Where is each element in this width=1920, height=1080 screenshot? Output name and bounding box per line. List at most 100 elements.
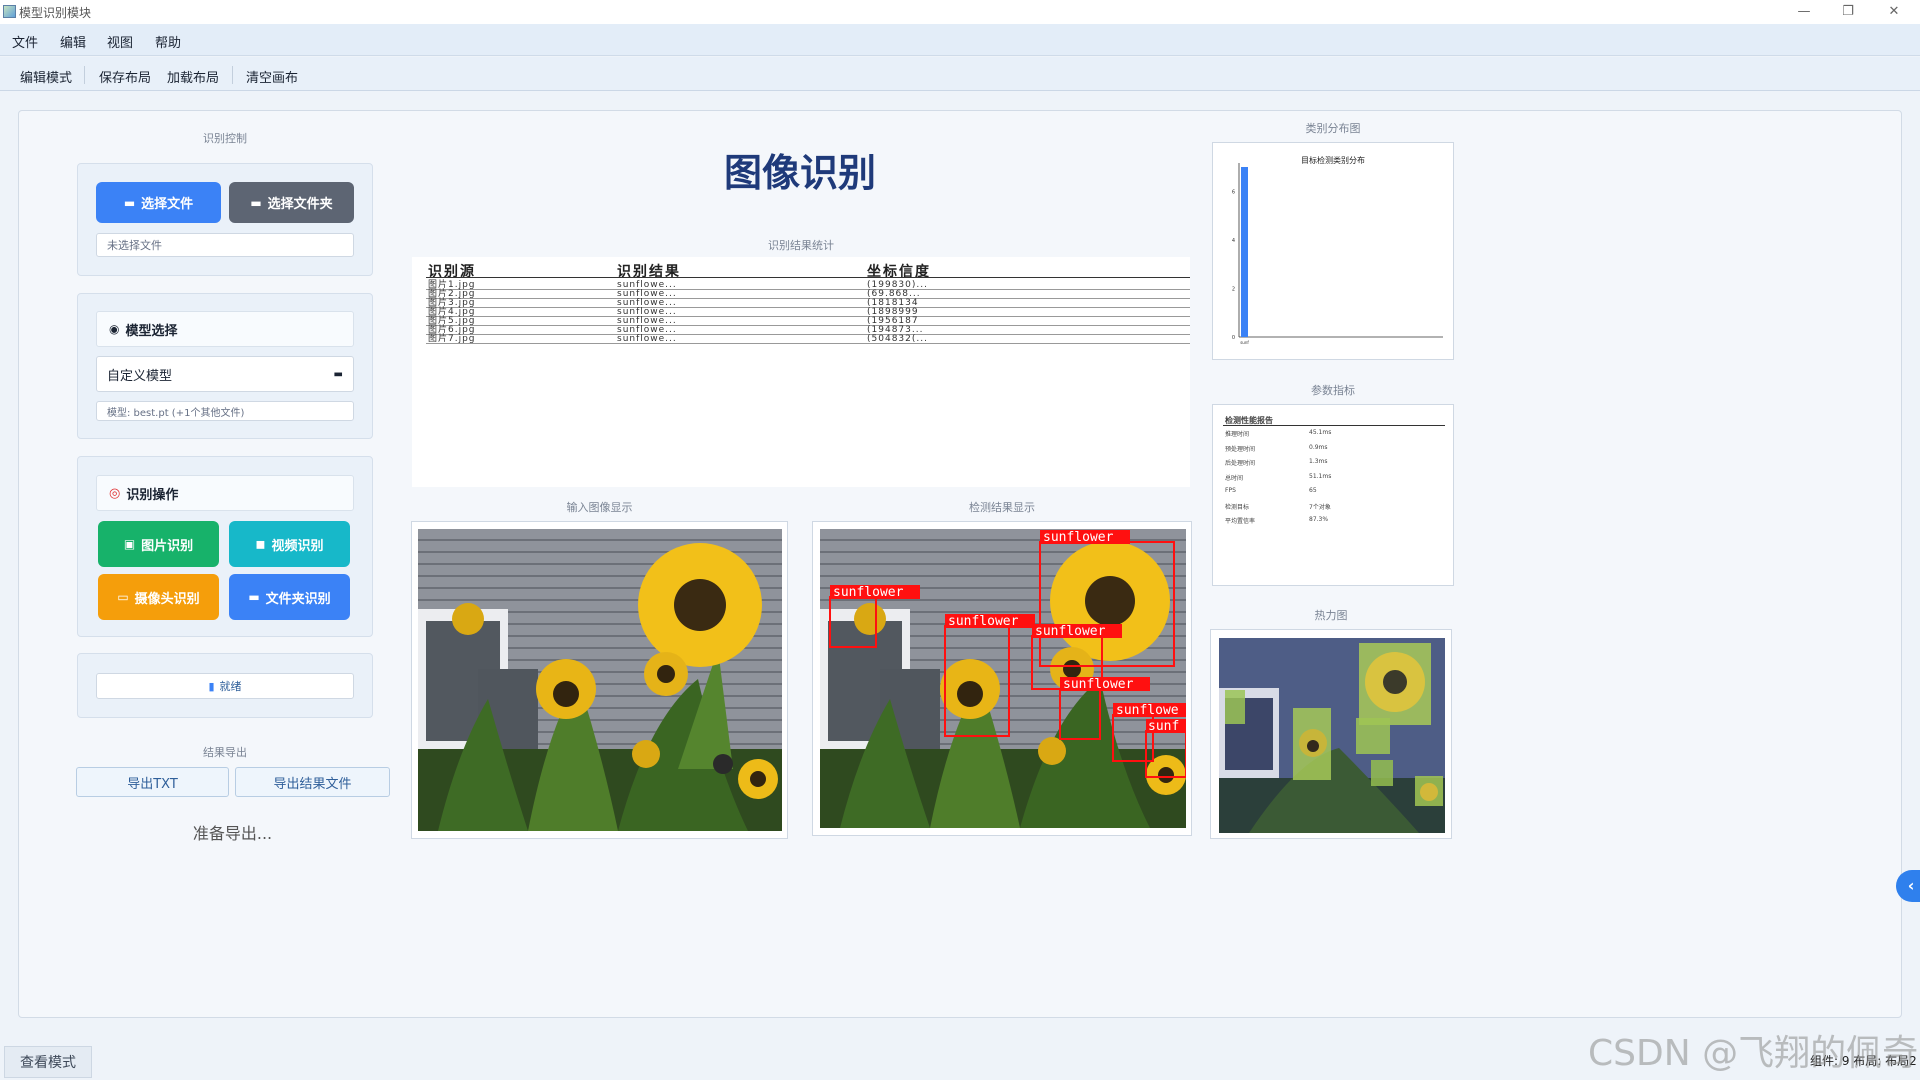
report-label: 总时间: [1225, 474, 1244, 482]
edit-mode-button[interactable]: 编辑模式: [20, 67, 72, 86]
video-detect-button[interactable]: ◼ 视频识别: [229, 521, 350, 567]
x-tick-labels: sunf: [1240, 340, 1249, 345]
table-row-divider: [426, 343, 1190, 344]
report-value: 45.1ms: [1309, 429, 1332, 436]
input-image-caption: 输入图像显示: [566, 501, 633, 514]
chart-bar: [1241, 167, 1248, 337]
detection-label: sunflower: [833, 585, 904, 600]
export-txt-button[interactable]: 导出TXT: [76, 767, 229, 797]
detection-label: sunflower: [1043, 530, 1114, 545]
detection-label: sunflower: [948, 614, 1019, 629]
y-tick-label: 0: [1232, 335, 1235, 341]
model-header: ◉ 模型选择: [96, 311, 354, 347]
report-value: 51.1ms: [1309, 472, 1332, 480]
report-value: 0.9ms: [1309, 443, 1328, 451]
minimize-button[interactable]: —: [1788, 2, 1820, 22]
y-tick-label: 2: [1232, 286, 1235, 292]
distribution-chart-frame: 目标检测类别分布 0 2 4 6 sunf: [1212, 142, 1454, 360]
folder-detect-button[interactable]: ▬ 文件夹识别: [229, 574, 350, 620]
clear-canvas-button[interactable]: 清空画布: [246, 67, 298, 86]
image-detect-button[interactable]: ▣ 图片识别: [98, 521, 219, 567]
select-file-button[interactable]: ▬ 选择文件: [96, 182, 221, 223]
detection-label: sunflower: [1063, 677, 1134, 692]
folder-icon: ▬: [250, 195, 262, 210]
chart-title: 目标检测类别分布: [1301, 155, 1365, 165]
camera-detect-button[interactable]: ▭ 摄像头识别: [98, 574, 219, 620]
report-value: 7个对象: [1309, 503, 1331, 511]
window-title: 模型识别模块: [19, 6, 92, 20]
heatmap-image: [1219, 638, 1445, 833]
collapse-panel-button[interactable]: ‹: [1896, 870, 1920, 902]
model-info-field: 模型: best.pt (+1个其他文件): [96, 401, 354, 421]
table-row-divider: [426, 334, 1190, 335]
report-value: 1.3ms: [1309, 458, 1328, 465]
toolbar: 编辑模式 保存布局 加载布局 清空画布: [0, 57, 1920, 91]
video-detect-label: 视频识别: [271, 538, 324, 554]
table-row-divider: [426, 316, 1190, 317]
camera-icon: ▭: [117, 590, 129, 604]
select-folder-label: 选择文件夹: [267, 197, 333, 212]
export-caption: 结果导出: [203, 746, 247, 759]
x-tick-label: sunf: [1240, 340, 1249, 345]
chart-icon: ▮: [208, 679, 215, 693]
close-button[interactable]: ✕: [1878, 2, 1910, 22]
robot-icon: ◉: [109, 322, 120, 336]
table-header-result: 识别结果: [617, 264, 681, 280]
report-value: 87.3%: [1309, 516, 1329, 523]
title-bar: 模型识别模块 — ❐ ✕: [0, 0, 1920, 24]
menu-file[interactable]: 文件: [12, 32, 38, 51]
load-layout-button[interactable]: 加载布局: [167, 67, 219, 86]
file-status-field: 未选择文件: [96, 233, 354, 257]
detection-label: sunf: [1148, 719, 1179, 734]
image-detect-label: 图片识别: [141, 538, 194, 554]
select-file-label: 选择文件: [141, 197, 194, 212]
parameters-caption: 参数指标: [1311, 384, 1355, 397]
save-layout-button[interactable]: 保存布局: [99, 67, 151, 86]
toolbar-divider: [232, 66, 233, 84]
menu-help[interactable]: 帮助: [155, 32, 181, 51]
ready-status: ▮ 就绪: [96, 673, 354, 699]
restore-button[interactable]: ❐: [1832, 2, 1864, 22]
export-file-button[interactable]: 导出结果文件: [235, 767, 390, 797]
menu-edit[interactable]: 编辑: [60, 32, 86, 51]
model-select[interactable]: 自定义模型 ▬: [96, 356, 354, 392]
heatmap-caption: 热力图: [1314, 609, 1348, 622]
watermark: CSDN @飞翔的佩奇: [1588, 1033, 1919, 1074]
result-stats-table: 识别源 识别结果 坐标信度 图片1.jpg sunflowe... (199830)…: [412, 257, 1190, 487]
table-header-confidence: 坐标信度: [867, 264, 931, 280]
input-image: [418, 529, 782, 831]
table-row-divider: [426, 289, 1190, 290]
image-icon: ▣: [123, 537, 136, 551]
view-mode-button[interactable]: 查看模式: [4, 1046, 92, 1078]
report-label: 平均置信率: [1225, 518, 1256, 525]
video-icon: ◼: [255, 537, 266, 551]
report-label: 检测目标: [1225, 503, 1250, 511]
ready-label: 就绪: [219, 680, 242, 693]
menu-bar: 文件 编辑 视图 帮助: [0, 24, 1920, 56]
detection-label: sunflower: [1035, 624, 1106, 639]
report-value: 65: [1309, 487, 1317, 494]
report-label: 推理时间: [1225, 431, 1250, 438]
control-caption: 识别控制: [203, 132, 247, 145]
y-tick-label: 4: [1232, 238, 1235, 244]
parameters-frame: 检测性能报告 推理时间 45.1ms 预处理时间 0.9ms 后处理时间 1.3ms 总时间…: [1212, 404, 1454, 586]
select-folder-button[interactable]: ▬ 选择文件夹: [229, 182, 354, 223]
distribution-chart: 目标检测类别分布 0 2 4 6 sunf: [1232, 155, 1443, 345]
table-row-divider: [426, 298, 1190, 299]
folder-icon: ▬: [123, 195, 136, 210]
table-row-divider: [426, 325, 1190, 326]
model-select-value: 自定义模型: [107, 368, 173, 384]
model-header-label: 模型选择: [125, 323, 178, 339]
sunflower-large: [638, 543, 762, 667]
detection-label: sunflowe: [1116, 703, 1179, 718]
report-rule: [1223, 425, 1445, 426]
report-label: 后处理时间: [1225, 460, 1256, 467]
export-status: 准备导出...: [192, 824, 273, 843]
result-image-caption: 检测结果显示: [969, 501, 1035, 514]
distribution-caption: 类别分布图: [1305, 122, 1361, 135]
dropdown-icon: ▬: [333, 368, 343, 380]
menu-view[interactable]: 视图: [107, 32, 133, 51]
operations-header: ◎ 识别操作: [96, 475, 354, 511]
app-icon: [3, 5, 16, 18]
table-header-rule: [426, 277, 1190, 278]
